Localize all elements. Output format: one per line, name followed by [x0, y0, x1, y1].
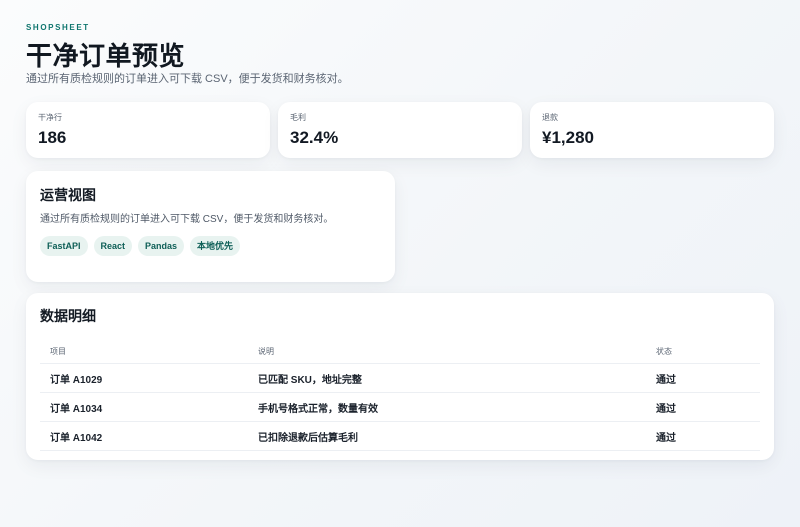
details-title: 数据明细: [40, 308, 96, 324]
stat-value: 32.4%: [290, 128, 339, 147]
cell-item: 订单 A1034: [40, 392, 248, 422]
details-table: 项目 说明 状态 订单 A1029 已匹配 SKU，地址完整 通过 订单 A10…: [40, 339, 760, 451]
column-header-status: 状态: [646, 339, 760, 364]
cell-note: 已匹配 SKU，地址完整: [248, 363, 646, 393]
stat-card-clean-rows: 干净行 186: [26, 102, 270, 158]
stat-value: 186: [38, 128, 67, 147]
page-title: 干净订单预览: [26, 41, 186, 71]
cell-note: 已扣除退款后估算毛利: [248, 421, 646, 451]
ops-view-card: 运营视图 通过所有质检规则的订单进入可下载 CSV，便于发货和财务核对。 Fas…: [26, 171, 395, 282]
cell-status: 通过: [646, 363, 760, 393]
cell-note: 手机号格式正常，数量有效: [248, 392, 646, 422]
stat-card-refunds: 退款 ¥1,280: [530, 102, 774, 158]
brand-label: SHOPSHEET: [26, 23, 90, 32]
page-subtitle: 通过所有质检规则的订单进入可下载 CSV，便于发货和财务核对。: [26, 73, 349, 85]
cell-item: 订单 A1029: [40, 363, 248, 393]
stat-label: 干净行: [38, 113, 62, 122]
tag-fastapi: FastAPI: [40, 236, 88, 256]
table-row: 订单 A1034 手机号格式正常，数量有效 通过: [40, 392, 760, 422]
ops-view-description: 通过所有质检规则的订单进入可下载 CSV，便于发货和财务核对。: [40, 214, 334, 225]
stat-label: 退款: [542, 113, 558, 122]
tag-pandas: Pandas: [138, 236, 185, 256]
details-card: 数据明细 项目 说明 状态 订单 A1029 已匹配 SKU，地址完整 通过 订…: [26, 293, 774, 460]
cell-status: 通过: [646, 421, 760, 451]
table-header-row: 项目 说明 状态: [40, 339, 760, 364]
cell-item: 订单 A1042: [40, 421, 248, 451]
column-header-item: 项目: [40, 339, 248, 364]
stat-label: 毛利: [290, 113, 306, 122]
tech-tags: FastAPI React Pandas 本地优先: [40, 236, 381, 256]
tag-local-first: 本地优先: [190, 236, 241, 256]
stat-value: ¥1,280: [542, 128, 594, 147]
column-header-note: 说明: [248, 339, 646, 364]
stat-card-gross-margin: 毛利 32.4%: [278, 102, 522, 158]
table-row: 订单 A1029 已匹配 SKU，地址完整 通过: [40, 363, 760, 393]
tag-react: React: [93, 236, 133, 256]
ops-view-title: 运营视图: [40, 187, 96, 203]
cell-status: 通过: [646, 392, 760, 422]
table-row: 订单 A1042 已扣除退款后估算毛利 通过: [40, 421, 760, 451]
